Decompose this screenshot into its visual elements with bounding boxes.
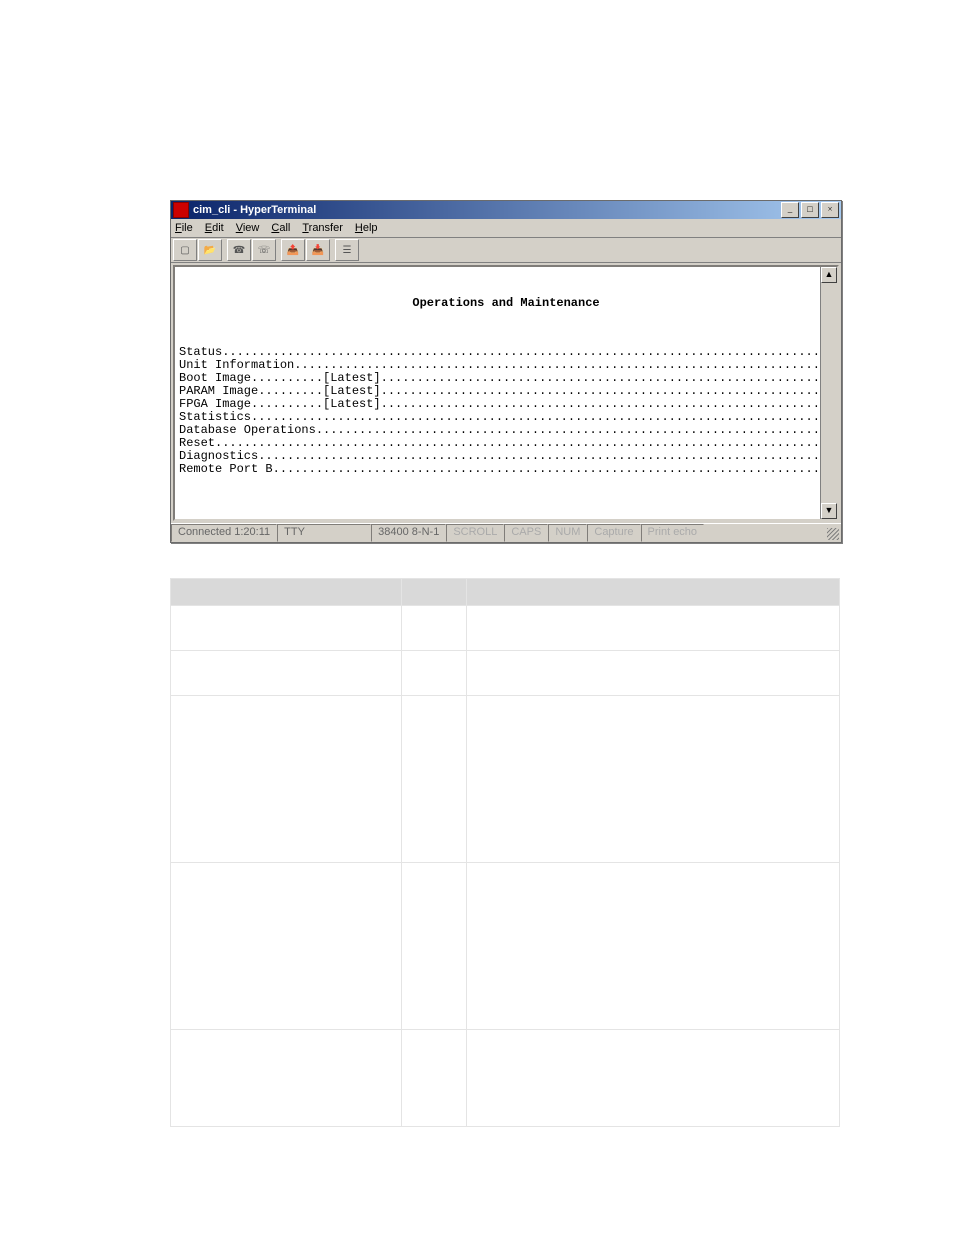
menu-item-dots: ........................................… — [381, 385, 826, 398]
menu-item-dots: ........................................… — [273, 463, 826, 476]
receive-icon[interactable]: 📥 — [306, 239, 330, 261]
table-row — [171, 863, 840, 1030]
open-icon[interactable]: 📂 — [198, 239, 222, 261]
scroll-up-icon[interactable]: ▲ — [821, 267, 837, 283]
menu-item-dots: ........................................… — [258, 450, 826, 463]
terminal[interactable]: ▲ ▼ Operations and Maintenance Status...… — [173, 265, 839, 521]
minimize-button[interactable]: _ — [781, 202, 799, 218]
status-scroll: SCROLL — [446, 524, 504, 542]
cell-2 — [402, 863, 467, 1030]
terminal-heading: Operations and Maintenance — [179, 297, 833, 310]
table-row — [171, 651, 840, 696]
col-header-2 — [402, 579, 467, 606]
hyperterminal-window: cim_cli - HyperTerminal _ □ × File Edit … — [170, 200, 842, 543]
props-icon[interactable]: ☰ — [335, 239, 359, 261]
status-caps: CAPS — [504, 524, 548, 542]
table-header-row — [171, 579, 840, 606]
send-icon[interactable]: 📤 — [281, 239, 305, 261]
col-header-1 — [171, 579, 402, 606]
cell-3 — [467, 863, 840, 1030]
scrollbar[interactable]: ▲ ▼ — [820, 267, 837, 519]
status-capture: Capture — [587, 524, 640, 542]
cell-2 — [402, 696, 467, 863]
menu-item-dots: ........................................… — [251, 411, 826, 424]
title-bar[interactable]: cim_cli - HyperTerminal _ □ × — [171, 201, 841, 219]
cell-1 — [171, 606, 402, 651]
menu-call[interactable]: Call — [271, 222, 290, 234]
client-area: ▲ ▼ Operations and Maintenance Status...… — [171, 263, 841, 523]
menu-item-dots: ........................................… — [215, 437, 826, 450]
terminal-menu-item[interactable]: Database Operations.....................… — [179, 424, 833, 437]
cell-3 — [467, 606, 840, 651]
terminal-content: Operations and Maintenance Status.......… — [175, 267, 837, 521]
menu-help[interactable]: Help — [355, 222, 378, 234]
col-header-3 — [467, 579, 840, 606]
table-row — [171, 606, 840, 651]
menu-edit[interactable]: Edit — [205, 222, 224, 234]
cell-2 — [402, 651, 467, 696]
cell-2 — [402, 606, 467, 651]
status-emulation: TTY — [277, 524, 371, 542]
scroll-down-icon[interactable]: ▼ — [821, 503, 837, 519]
close-button[interactable]: × — [821, 202, 839, 218]
status-connected: Connected 1:20:11 — [171, 524, 277, 542]
status-printecho: Print echo — [641, 524, 705, 542]
status-num: NUM — [548, 524, 587, 542]
call-icon[interactable]: ☎ — [227, 239, 251, 261]
status-bar: Connected 1:20:11 TTY 38400 8-N-1 SCROLL… — [171, 523, 841, 542]
resize-grip-icon[interactable] — [827, 528, 839, 540]
menu-item-label: Remote Port B — [179, 463, 273, 476]
cell-1 — [171, 1030, 402, 1127]
maximize-button[interactable]: □ — [801, 202, 819, 218]
terminal-menu-item[interactable]: Reset...................................… — [179, 437, 833, 450]
menu-item-dots: ........................................… — [316, 424, 826, 437]
terminal-menu-item[interactable]: FPGA Image..........[Latest]............… — [179, 398, 833, 411]
new-icon[interactable]: ▢ — [173, 239, 197, 261]
menu-file[interactable]: File — [175, 222, 193, 234]
options-table — [170, 578, 840, 1127]
toolbar: ▢ 📂 ☎ ☏ 📤 📥 ☰ — [171, 238, 841, 263]
hangup-icon[interactable]: ☏ — [252, 239, 276, 261]
cell-3 — [467, 696, 840, 863]
table-row — [171, 696, 840, 863]
status-settings: 38400 8-N-1 — [371, 524, 446, 542]
menu-item-dots: ........................................… — [222, 346, 826, 359]
cell-1 — [171, 651, 402, 696]
menu-item-dots: ........................................… — [381, 372, 826, 385]
menu-bar: File Edit View Call Transfer Help — [171, 219, 841, 238]
cell-2 — [402, 1030, 467, 1127]
cell-3 — [467, 1030, 840, 1127]
cell-3 — [467, 651, 840, 696]
terminal-menu-item[interactable]: Diagnostics.............................… — [179, 450, 833, 463]
cell-1 — [171, 696, 402, 863]
menu-view[interactable]: View — [236, 222, 260, 234]
terminal-menu-item[interactable]: Remote Port B...........................… — [179, 463, 833, 476]
table-row — [171, 1030, 840, 1127]
cell-1 — [171, 863, 402, 1030]
app-icon — [173, 202, 189, 218]
window-title: cim_cli - HyperTerminal — [193, 204, 781, 216]
menu-item-dots: ........................................… — [381, 398, 826, 411]
menu-transfer[interactable]: Transfer — [302, 222, 343, 234]
